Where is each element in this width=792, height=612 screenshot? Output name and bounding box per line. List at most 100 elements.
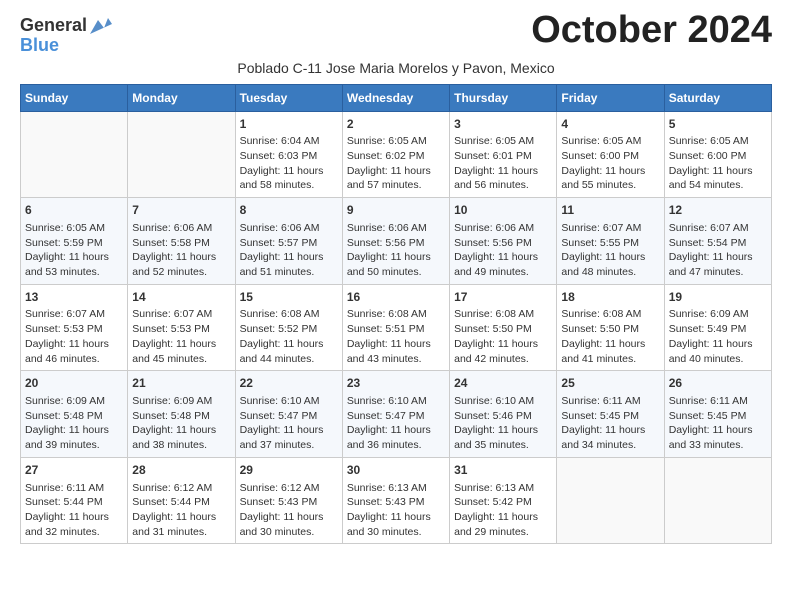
cell-content: Sunrise: 6:05 AMSunset: 6:01 PMDaylight:…: [454, 134, 552, 193]
cell-content: Sunrise: 6:10 AMSunset: 5:47 PMDaylight:…: [240, 394, 338, 453]
calendar-cell: 15Sunrise: 6:08 AMSunset: 5:52 PMDayligh…: [235, 284, 342, 371]
day-number: 23: [347, 375, 445, 392]
calendar-cell: 30 Sunrise: 6:13 AMSunset: 5:43 PMDayligh…: [342, 457, 449, 544]
cell-content: Sunrise: 6:08 AMSunset: 5:50 PMDaylight:…: [561, 307, 659, 366]
cell-content: Sunrise: 6:05 AMSunset: 6:00 PMDaylight:…: [561, 134, 659, 193]
cell-content: Sunrise: 6:08 AMSunset: 5:51 PMDaylight:…: [347, 307, 445, 366]
day-number: 6: [25, 202, 123, 219]
cell-content: Sunrise: 6:12 AMSunset: 5:44 PMDaylight:…: [132, 481, 230, 540]
calendar-cell: 28 Sunrise: 6:12 AMSunset: 5:44 PMDayligh…: [128, 457, 235, 544]
day-of-week-header: Thursday: [450, 84, 557, 111]
calendar-cell: 19Sunrise: 6:09 AMSunset: 5:49 PMDayligh…: [664, 284, 771, 371]
calendar-cell: 4Sunrise: 6:05 AMSunset: 6:00 PMDaylight…: [557, 111, 664, 198]
calendar-cell: [557, 457, 664, 544]
calendar-week-row: 1Sunrise: 6:04 AMSunset: 6:03 PMDaylight…: [21, 111, 772, 198]
calendar-cell: 20 Sunrise: 6:09 AMSunset: 5:48 PMDayligh…: [21, 371, 128, 458]
calendar-cell: 17Sunrise: 6:08 AMSunset: 5:50 PMDayligh…: [450, 284, 557, 371]
calendar-cell: 2Sunrise: 6:05 AMSunset: 6:02 PMDaylight…: [342, 111, 449, 198]
calendar-week-row: 6 Sunrise: 6:05 AMSunset: 5:59 PMDaylight…: [21, 198, 772, 285]
cell-content: Sunrise: 6:07 AMSunset: 5:53 PMDaylight:…: [132, 307, 230, 366]
logo-bird-icon: [90, 16, 112, 34]
day-number: 9: [347, 202, 445, 219]
calendar-cell: 29 Sunrise: 6:12 AMSunset: 5:43 PMDayligh…: [235, 457, 342, 544]
calendar-cell: 3Sunrise: 6:05 AMSunset: 6:01 PMDaylight…: [450, 111, 557, 198]
day-number: 10: [454, 202, 552, 219]
calendar-cell: 1Sunrise: 6:04 AMSunset: 6:03 PMDaylight…: [235, 111, 342, 198]
cell-content: Sunrise: 6:05 AMSunset: 6:02 PMDaylight:…: [347, 134, 445, 193]
cell-content: Sunrise: 6:06 AMSunset: 5:56 PMDaylight:…: [454, 221, 552, 280]
calendar-cell: 24Sunrise: 6:10 AMSunset: 5:46 PMDayligh…: [450, 371, 557, 458]
calendar-cell: 21 Sunrise: 6:09 AMSunset: 5:48 PMDayligh…: [128, 371, 235, 458]
day-number: 11: [561, 202, 659, 219]
calendar-cell: [21, 111, 128, 198]
logo-general: General: [20, 16, 87, 36]
calendar-cell: [128, 111, 235, 198]
cell-content: Sunrise: 6:09 AMSunset: 5:48 PMDaylight:…: [132, 394, 230, 453]
day-number: 5: [669, 116, 767, 133]
day-number: 4: [561, 116, 659, 133]
calendar-cell: 9 Sunrise: 6:06 AMSunset: 5:56 PMDaylight…: [342, 198, 449, 285]
cell-content: Sunrise: 6:04 AMSunset: 6:03 PMDaylight:…: [240, 134, 338, 193]
logo-blue: Blue: [20, 36, 59, 56]
cell-content: Sunrise: 6:11 AMSunset: 5:45 PMDaylight:…: [669, 394, 767, 453]
logo: General Blue: [20, 10, 112, 56]
calendar-cell: 12Sunrise: 6:07 AMSunset: 5:54 PMDayligh…: [664, 198, 771, 285]
day-number: 30: [347, 462, 445, 479]
day-of-week-header: Wednesday: [342, 84, 449, 111]
day-of-week-header: Saturday: [664, 84, 771, 111]
page-header: General Blue October 2024: [20, 10, 772, 56]
day-of-week-header: Sunday: [21, 84, 128, 111]
calendar-cell: [664, 457, 771, 544]
cell-content: Sunrise: 6:13 AMSunset: 5:43 PMDaylight:…: [347, 481, 445, 540]
day-number: 13: [25, 289, 123, 306]
header-row: SundayMondayTuesdayWednesdayThursdayFrid…: [21, 84, 772, 111]
calendar-cell: 18Sunrise: 6:08 AMSunset: 5:50 PMDayligh…: [557, 284, 664, 371]
day-of-week-header: Monday: [128, 84, 235, 111]
cell-content: Sunrise: 6:07 AMSunset: 5:54 PMDaylight:…: [669, 221, 767, 280]
day-number: 1: [240, 116, 338, 133]
cell-content: Sunrise: 6:10 AMSunset: 5:47 PMDaylight:…: [347, 394, 445, 453]
day-number: 20: [25, 375, 123, 392]
month-title: October 2024: [531, 10, 772, 52]
cell-content: Sunrise: 6:07 AMSunset: 5:55 PMDaylight:…: [561, 221, 659, 280]
day-number: 8: [240, 202, 338, 219]
day-number: 2: [347, 116, 445, 133]
cell-content: Sunrise: 6:11 AMSunset: 5:45 PMDaylight:…: [561, 394, 659, 453]
day-number: 24: [454, 375, 552, 392]
day-number: 22: [240, 375, 338, 392]
day-number: 21: [132, 375, 230, 392]
calendar-cell: 13Sunrise: 6:07 AMSunset: 5:53 PMDayligh…: [21, 284, 128, 371]
day-number: 28: [132, 462, 230, 479]
calendar-cell: 16Sunrise: 6:08 AMSunset: 5:51 PMDayligh…: [342, 284, 449, 371]
calendar-cell: 25 Sunrise: 6:11 AMSunset: 5:45 PMDayligh…: [557, 371, 664, 458]
day-number: 25: [561, 375, 659, 392]
day-number: 31: [454, 462, 552, 479]
calendar-cell: 10 Sunrise: 6:06 AMSunset: 5:56 PMDayligh…: [450, 198, 557, 285]
day-number: 17: [454, 289, 552, 306]
calendar-cell: 5Sunrise: 6:05 AMSunset: 6:00 PMDaylight…: [664, 111, 771, 198]
calendar-week-row: 20 Sunrise: 6:09 AMSunset: 5:48 PMDayligh…: [21, 371, 772, 458]
day-number: 29: [240, 462, 338, 479]
subtitle: Poblado C-11 Jose Maria Morelos y Pavon,…: [20, 60, 772, 76]
cell-content: Sunrise: 6:06 AMSunset: 5:56 PMDaylight:…: [347, 221, 445, 280]
calendar-cell: 11 Sunrise: 6:07 AMSunset: 5:55 PMDayligh…: [557, 198, 664, 285]
day-number: 3: [454, 116, 552, 133]
calendar-cell: 6 Sunrise: 6:05 AMSunset: 5:59 PMDaylight…: [21, 198, 128, 285]
day-of-week-header: Tuesday: [235, 84, 342, 111]
cell-content: Sunrise: 6:11 AMSunset: 5:44 PMDaylight:…: [25, 481, 123, 540]
calendar-cell: 23 Sunrise: 6:10 AMSunset: 5:47 PMDayligh…: [342, 371, 449, 458]
day-of-week-header: Friday: [557, 84, 664, 111]
day-number: 7: [132, 202, 230, 219]
calendar-cell: 14Sunrise: 6:07 AMSunset: 5:53 PMDayligh…: [128, 284, 235, 371]
calendar-cell: 27Sunrise: 6:11 AMSunset: 5:44 PMDayligh…: [21, 457, 128, 544]
calendar-cell: 8Sunrise: 6:06 AMSunset: 5:57 PMDaylight…: [235, 198, 342, 285]
day-number: 14: [132, 289, 230, 306]
cell-content: Sunrise: 6:09 AMSunset: 5:48 PMDaylight:…: [25, 394, 123, 453]
cell-content: Sunrise: 6:08 AMSunset: 5:50 PMDaylight:…: [454, 307, 552, 366]
day-number: 19: [669, 289, 767, 306]
cell-content: Sunrise: 6:05 AMSunset: 5:59 PMDaylight:…: [25, 221, 123, 280]
cell-content: Sunrise: 6:12 AMSunset: 5:43 PMDaylight:…: [240, 481, 338, 540]
cell-content: Sunrise: 6:05 AMSunset: 6:00 PMDaylight:…: [669, 134, 767, 193]
day-number: 26: [669, 375, 767, 392]
day-number: 16: [347, 289, 445, 306]
